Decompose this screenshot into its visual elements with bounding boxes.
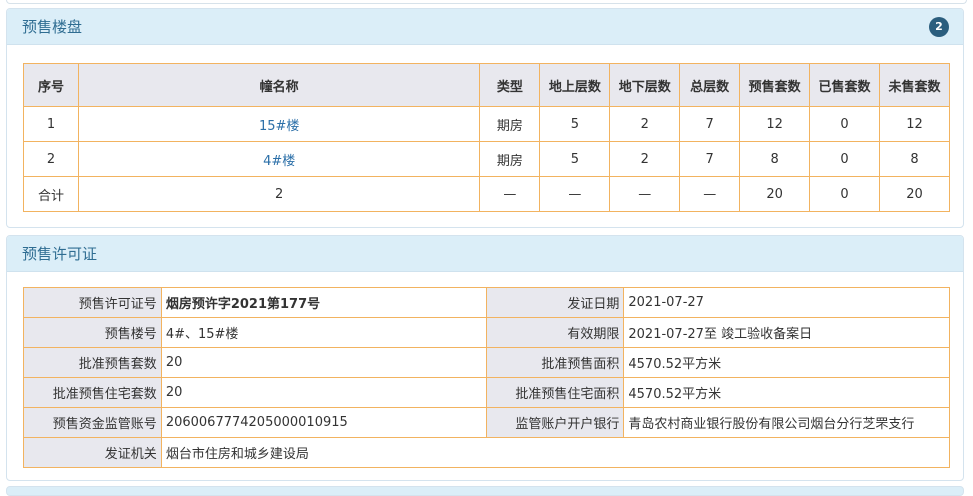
table-row: 1 15#楼 期房 5 2 7 12 0 12: [23, 106, 950, 142]
permit-row: 预售楼号 4#、15#楼 有效期限 2021-07-27至 竣工验收备案日: [23, 317, 950, 348]
col-header: 已售套数: [809, 63, 880, 107]
table-row: 2 4#楼 期房 5 2 7 8 0 8: [23, 141, 950, 177]
cell: 7: [679, 141, 741, 177]
cell: 2: [77, 176, 481, 212]
field-label: 预售许可证号: [23, 287, 162, 318]
col-header: 地下层数: [609, 63, 681, 107]
next-panel-edge: [6, 486, 964, 496]
field-value: 20: [160, 347, 487, 378]
cell: 合计: [23, 176, 79, 212]
field-label: 批准预售面积: [485, 347, 625, 378]
col-header: 序号: [23, 63, 79, 107]
col-header: 类型: [479, 63, 541, 107]
cell: 0: [809, 176, 880, 212]
panel-title: 预售楼盘: [22, 18, 83, 36]
field-label: 发证日期: [485, 287, 625, 318]
field-value: 烟台市住房和城乡建设局: [160, 437, 951, 468]
presale-buildings-header: 预售楼盘 2: [7, 9, 963, 45]
field-value: 4570.52平方米: [623, 347, 950, 378]
cell: —: [679, 176, 741, 212]
cell: 15#楼: [77, 106, 481, 142]
cell: 0: [809, 141, 880, 177]
permit-row: 发证机关 烟台市住房和城乡建设局: [23, 437, 951, 468]
col-header: 总层数: [679, 63, 741, 107]
field-label: 批准预售住宅套数: [23, 377, 162, 408]
cell: 2: [23, 141, 79, 177]
table-header-row: 序号 幢名称 类型 地上层数 地下层数 总层数 预售套数 已售套数 未售套数: [23, 63, 950, 107]
field-value: 206006777420500001091​5: [160, 407, 487, 438]
cell: 4#楼: [77, 141, 481, 177]
field-label: 批准预售住宅面积: [485, 377, 625, 408]
permit-row: 预售许可证号 烟房预许字2021第177号 发证日期 2021-07-27: [23, 287, 950, 318]
cell: 5: [539, 141, 611, 177]
permit-table: 预售许可证号 烟房预许字2021第177号 发证日期 2021-07-27 预售…: [23, 287, 951, 468]
field-label: 有效期限: [485, 317, 625, 348]
cell: —: [539, 176, 611, 212]
field-value: 4#、15#楼: [160, 317, 487, 348]
presale-permit-panel: 预售许可证 预售许可证号 烟房预许字2021第177号 发证日期 2021-07…: [6, 235, 964, 481]
field-value: 烟房预许字2021第177号: [160, 287, 487, 318]
cell: 5: [539, 106, 611, 142]
field-value: 2021-07-27至 竣工验收备案日: [623, 317, 950, 348]
cell: 期房: [479, 141, 541, 177]
field-value: 青岛农村商业银行股份有限公司烟台分行芝罘支行: [623, 407, 950, 438]
col-header: 未售套数: [879, 63, 950, 107]
cell: 20: [739, 176, 811, 212]
cell: 20: [879, 176, 950, 212]
cell: —: [609, 176, 681, 212]
count-badge: 2: [929, 16, 949, 37]
field-value: 4570.52平方米: [623, 377, 950, 408]
cell: 期房: [479, 106, 541, 142]
cell: 12: [739, 106, 811, 142]
permit-row: 批准预售套数 20 批准预售面积 4570.52平方米: [23, 347, 950, 378]
field-label: 批准预售套数: [23, 347, 162, 378]
col-header: 地上层数: [539, 63, 611, 107]
field-value: 2021-07-27: [623, 287, 950, 318]
cell: 2: [609, 141, 681, 177]
permit-row: 批准预售住宅套数 20 批准预售住宅面积 4570.52平方米: [23, 377, 950, 408]
cell: 8: [879, 141, 950, 177]
building-link[interactable]: 15#楼: [259, 119, 299, 134]
cell: —: [479, 176, 541, 212]
field-label: 监管账户开户银行: [485, 407, 625, 438]
cell: 0: [809, 106, 880, 142]
buildings-table: 序号 幢名称 类型 地上层数 地下层数 总层数 预售套数 已售套数 未售套数 1…: [23, 63, 950, 212]
previous-panel-edge: [6, 0, 967, 4]
cell: 2: [609, 106, 681, 142]
building-link[interactable]: 4#楼: [263, 154, 295, 169]
cell: 8: [739, 141, 811, 177]
cell: 1: [23, 106, 79, 142]
permit-row: 预售资金监管账号 206006777420500001091​5 监管账户开户银…: [23, 407, 950, 438]
col-header: 幢名称: [77, 63, 481, 107]
field-label: 预售资金监管账号: [23, 407, 162, 438]
field-value: 20: [160, 377, 487, 408]
presale-permit-header: 预售许可证: [7, 236, 963, 272]
cell: 7: [679, 106, 741, 142]
panel-title: 预售许可证: [22, 245, 98, 263]
presale-buildings-panel: 预售楼盘 2 序号 幢名称 类型 地上层数 地下层数 总层数 预售套数 已售套数…: [6, 8, 964, 228]
field-label: 预售楼号: [23, 317, 162, 348]
cell: 12: [879, 106, 950, 142]
field-label: 发证机关: [23, 437, 162, 468]
table-total-row: 合计 2 — — — — 20 0 20: [23, 176, 950, 212]
col-header: 预售套数: [739, 63, 811, 107]
